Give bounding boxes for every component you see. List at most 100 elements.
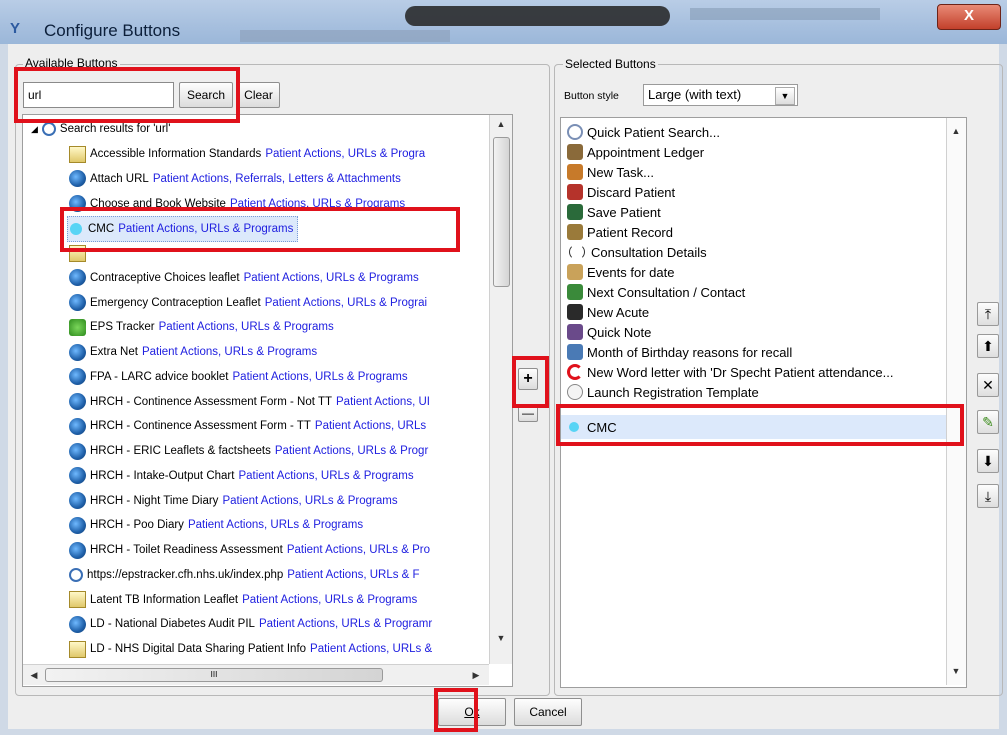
selected-list-item[interactable]: Discard Patient <box>567 182 675 202</box>
scroll-down-icon[interactable]: ▼ <box>494 633 508 643</box>
expand-icon[interactable]: ◢ <box>31 124 38 135</box>
selected-list-item[interactable]: Launch Registration Template <box>567 382 759 402</box>
tree-vertical-scrollbar[interactable]: ▲ ▼ <box>489 115 512 664</box>
tree-item-name: https://epstracker.cfh.nhs.uk/index.php <box>87 568 284 581</box>
selected-list-item[interactable]: Quick Note <box>567 322 651 342</box>
tree-item[interactable]: HRCH - Night Time Diary Patient Actions, … <box>69 489 398 513</box>
move-bottom-button[interactable]: ⤓ <box>977 484 999 508</box>
selected-list-item[interactable]: Consultation Details <box>567 242 707 262</box>
title-bar: Y Configure Buttons X <box>0 0 1007 44</box>
tree-item[interactable]: HRCH - Toilet Readiness Assessment Patien… <box>69 538 430 562</box>
selected-list-item[interactable]: Patient Record <box>567 222 673 242</box>
scroll-up-icon[interactable]: ▲ <box>494 119 508 129</box>
delete-button[interactable]: ✕ <box>977 373 999 397</box>
selected-list-item[interactable]: New Word letter with 'Dr Specht Patient … <box>567 362 893 382</box>
tree-item[interactable]: https://epstracker.cfh.nhs.uk/index.php P… <box>69 563 420 587</box>
selected-item-label: Appointment Ledger <box>587 144 705 160</box>
selected-list-item[interactable]: Quick Patient Search... <box>567 122 720 142</box>
scroll-down-icon[interactable]: ▼ <box>949 666 963 676</box>
globe-icon <box>69 541 86 559</box>
tree-item[interactable]: Extra Net Patient Actions, URLs & Program… <box>69 340 317 364</box>
tree-item[interactable]: Latent TB Information Leaflet Patient Act… <box>69 588 417 612</box>
button-style-select[interactable]: Large (with text) ▼ <box>643 84 798 106</box>
chevron-down-icon[interactable]: ▼ <box>775 87 795 105</box>
close-button[interactable]: X <box>937 4 1001 30</box>
tree-item[interactable]: LD - National Diabetes Audit PIL Patient … <box>69 612 432 636</box>
selected-buttons-list[interactable]: Quick Patient Search... Appointment Ledge… <box>560 117 967 688</box>
selected-list-item[interactable]: Events for date <box>567 262 674 282</box>
bracket-icon <box>569 244 585 260</box>
globe-icon <box>69 467 86 485</box>
scroll-up-icon[interactable]: ▲ <box>949 126 963 136</box>
tree-item-category: Patient Actions, URLs & Progr <box>274 445 429 457</box>
tree-item-category: Patient Actions, URLs & <box>310 643 433 655</box>
tree-item[interactable]: HRCH - Continence Assessment Form - TT Pa… <box>69 414 426 438</box>
tree-item-category: Patient Actions, Referrals, Letters & At… <box>152 172 401 185</box>
globe-icon <box>69 442 86 460</box>
tree-item[interactable]: FPA - LARC advice booklet Patient Actions… <box>69 365 408 389</box>
selected-item-label: Quick Patient Search... <box>587 124 720 140</box>
selected-list-item[interactable]: Next Consultation / Contact <box>567 282 745 302</box>
tree-item-name: HRCH - Poo Diary <box>90 519 184 532</box>
list-vertical-scrollbar[interactable]: ▲ ▼ <box>946 118 966 685</box>
tree-item-name: Accessible Information Standards <box>90 148 262 160</box>
recall-icon <box>567 344 583 360</box>
globe-icon <box>69 269 86 287</box>
selected-item-label: Quick Note <box>587 324 652 340</box>
record-icon <box>567 224 583 240</box>
selected-item-label: Discard Patient <box>587 184 676 200</box>
green-tree-icon <box>69 318 86 336</box>
selected-list-item[interactable]: Save Patient <box>567 202 661 222</box>
highlight-cmc-available <box>60 207 460 252</box>
tree-item-category: Patient Actions, URLs & Pro <box>286 544 430 556</box>
tree-item-name: LD - NHS Digital Data Sharing Patient In… <box>90 643 307 655</box>
highlight-add-button <box>512 356 549 408</box>
clear-button[interactable]: Clear <box>237 82 280 108</box>
selected-buttons-label: Selected Buttons <box>563 57 658 71</box>
tree-item-name: HRCH - Toilet Readiness Assessment <box>90 544 283 556</box>
tree-item[interactable]: HRCH - ERIC Leaflets & factsheets Patient… <box>69 439 428 463</box>
tree-item[interactable]: LD - NHS Digital Data Sharing Patient In… <box>69 637 432 661</box>
highlight-ok-button <box>434 688 478 732</box>
tree-item[interactable]: HRCH - Poo Diary Patient Actions, URLs & … <box>69 513 363 537</box>
selected-list-item[interactable]: New Task... <box>567 162 654 182</box>
tree-item-category: Patient Actions, URLs & Programs <box>222 494 398 507</box>
tree-horizontal-scrollbar[interactable]: ◀ III ▶ <box>23 664 489 685</box>
tree-item-name: Contraceptive Choices leaflet <box>90 271 240 284</box>
cancel-button[interactable]: Cancel <box>514 698 582 726</box>
scroll-right-icon[interactable]: ▶ <box>469 670 483 681</box>
move-top-button[interactable]: ⤒ <box>977 302 999 326</box>
next-icon <box>567 284 583 300</box>
background-blur <box>240 30 450 42</box>
available-buttons-tree[interactable]: ◢ Search results for 'url' Accessible In… <box>22 114 513 687</box>
move-up-button[interactable]: ⬆ <box>977 334 999 358</box>
tree-item[interactable]: HRCH - Intake-Output Chart Patient Action… <box>69 464 414 488</box>
tree-item-category: Patient Actions, URLs & F <box>287 568 420 581</box>
move-down-button[interactable]: ⬇ <box>977 449 999 473</box>
globe-icon <box>69 170 86 188</box>
hscroll-thumb[interactable]: III <box>45 668 383 682</box>
template-icon <box>567 384 583 400</box>
tree-item-name: FPA - LARC advice booklet <box>90 370 229 383</box>
tree-item[interactable]: Emergency Contraception Leaflet Patient A… <box>69 291 427 315</box>
selected-list-item[interactable]: Appointment Ledger <box>567 142 704 162</box>
document-icon <box>69 591 86 608</box>
selected-item-label: Next Consultation / Contact <box>587 284 746 300</box>
selected-list-item[interactable]: New Acute <box>567 302 649 322</box>
selected-list-item[interactable]: Month of Birthday reasons for recall <box>567 342 792 362</box>
tree-item-category: Patient Actions, URLs & Programs <box>158 321 334 334</box>
tree-item[interactable]: HRCH - Continence Assessment Form - Not … <box>69 390 430 414</box>
tree-item-name: HRCH - Night Time Diary <box>90 494 219 507</box>
magnifier-icon <box>69 567 83 582</box>
scroll-left-icon[interactable]: ◀ <box>27 670 41 681</box>
tree-item[interactable]: Attach URL Patient Actions, Referrals, Le… <box>69 167 401 191</box>
tree-item[interactable]: EPS Tracker Patient Actions, URLs & Progr… <box>69 315 334 339</box>
tree-item-name: LD - National Diabetes Audit PIL <box>90 618 255 631</box>
globe-icon <box>69 294 86 311</box>
tree-item[interactable]: Contraceptive Choices leaflet Patient Act… <box>69 266 419 290</box>
tree-item[interactable]: Accessible Information Standards Patient … <box>69 142 425 166</box>
tree-item-category: Patient Actions, URLs & Progra <box>265 148 426 160</box>
tree-item-category: Patient Actions, URLs & Programs <box>238 469 414 482</box>
edit-button[interactable]: ✎ <box>977 410 999 434</box>
scroll-thumb[interactable] <box>493 137 510 287</box>
